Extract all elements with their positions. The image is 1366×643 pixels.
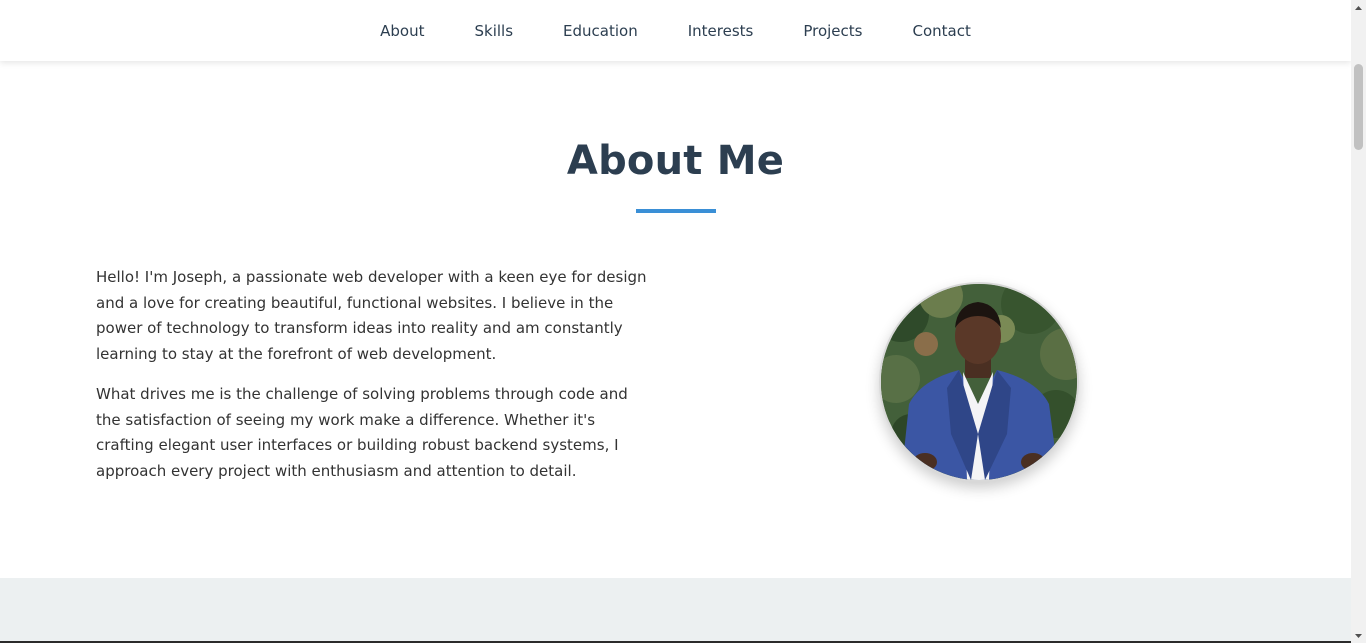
about-text: Hello! I'm Joseph, a passionate web deve… <box>96 265 656 499</box>
nav-link-education[interactable]: Education <box>563 22 638 40</box>
vertical-scrollbar[interactable] <box>1351 0 1366 643</box>
about-paragraph-2: What drives me is the challenge of solvi… <box>96 385 628 480</box>
page: About Skills Education Interests Project… <box>0 0 1366 643</box>
profile-photo-illustration <box>881 284 1077 480</box>
navbar: About Skills Education Interests Project… <box>0 0 1351 61</box>
title-underline <box>636 209 716 213</box>
nav-link-about[interactable]: About <box>380 22 424 40</box>
nav-link-contact[interactable]: Contact <box>912 22 970 40</box>
scroll-up-arrow-icon[interactable] <box>1351 0 1366 15</box>
viewport: About Skills Education Interests Project… <box>0 0 1351 643</box>
nav-link-skills[interactable]: Skills <box>475 22 514 40</box>
about-section: About Me Hello! I'm Joseph, a passionate… <box>0 61 1351 578</box>
scroll-down-arrow-icon[interactable] <box>1351 628 1366 643</box>
nav-list: About Skills Education Interests Project… <box>0 0 1351 61</box>
profile-photo <box>879 282 1079 482</box>
nav-link-interests[interactable]: Interests <box>688 22 754 40</box>
about-paragraph-1: Hello! I'm Joseph, a passionate web deve… <box>96 268 647 363</box>
nav-link-projects[interactable]: Projects <box>803 22 862 40</box>
section-title: About Me <box>566 138 785 184</box>
scrollbar-thumb[interactable] <box>1354 64 1363 150</box>
next-section <box>0 578 1351 643</box>
